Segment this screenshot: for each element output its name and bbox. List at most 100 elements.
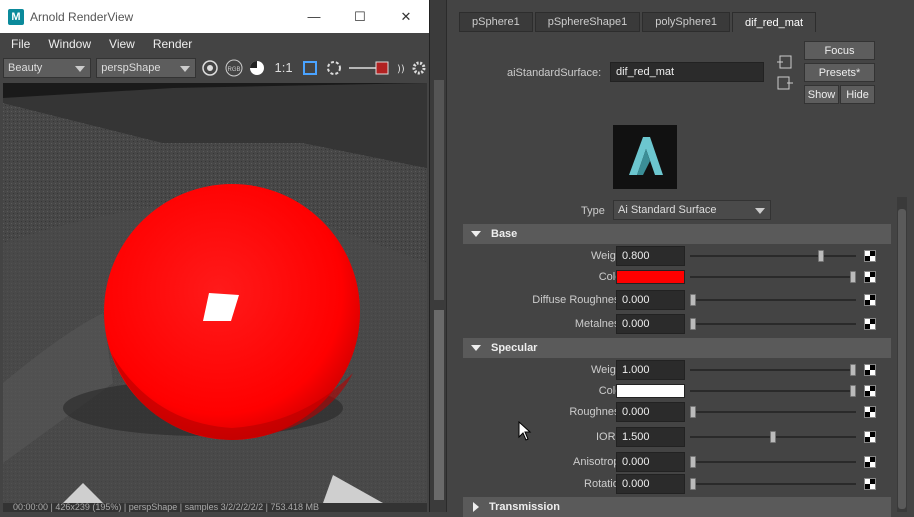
tab-psphereshape1[interactable]: pSphereShape1 <box>534 12 641 32</box>
close-button[interactable]: ✕ <box>383 0 429 33</box>
metalness-slider[interactable] <box>690 318 856 330</box>
specular-weight-field[interactable]: 1.000 <box>616 360 685 380</box>
rotation-field[interactable]: 0.000 <box>616 474 685 494</box>
base-weight-field[interactable]: 0.800 <box>616 246 685 266</box>
section-transmission-title: Transmission <box>489 501 560 513</box>
attr-row-base-weight: Weight 0.800 <box>463 246 891 266</box>
mouse-cursor-icon <box>518 420 532 444</box>
base-color-slider[interactable] <box>690 271 856 283</box>
specular-roughness-slider[interactable] <box>690 406 856 418</box>
menu-view[interactable]: View <box>109 37 135 51</box>
collapse-arrow-icon <box>471 231 481 237</box>
base-weight-slider[interactable] <box>690 250 856 262</box>
node-type-label: aiStandardSurface: <box>507 67 602 79</box>
ior-field[interactable]: 1.500 <box>616 427 685 447</box>
map-button-icon[interactable] <box>864 431 876 443</box>
snapshot-icon[interactable] <box>324 58 344 78</box>
node-name-field[interactable]: dif_red_mat <box>610 62 764 82</box>
svg-text:))): ))) <box>397 64 405 75</box>
attr-label: Diffuse Roughness <box>532 294 625 306</box>
slider-handle[interactable] <box>850 364 856 376</box>
rgb-label: RGB <box>227 67 240 73</box>
menu-file[interactable]: File <box>11 37 30 51</box>
ior-slider[interactable] <box>690 431 856 443</box>
camera-dropdown[interactable]: perspShape <box>96 57 197 78</box>
settings-gear-icon[interactable] <box>409 58 429 78</box>
minimize-button[interactable]: — <box>291 0 337 33</box>
tab-dif-red-mat[interactable]: dif_red_mat <box>732 12 817 32</box>
attribute-editor-panel: pSphere1 pSphereShape1 polySphere1 dif_r… <box>446 0 914 517</box>
rotation-slider[interactable] <box>690 478 856 490</box>
node-tabs: pSphere1 pSphereShape1 polySphere1 dif_r… <box>459 12 818 32</box>
section-transmission-header[interactable]: Transmission <box>463 497 891 517</box>
specular-roughness-field[interactable]: 0.000 <box>616 402 685 422</box>
anisotropy-slider[interactable] <box>690 456 856 468</box>
slider-handle[interactable] <box>690 318 696 330</box>
map-button-icon[interactable] <box>864 456 876 468</box>
attr-row-rotation: Rotation 0.000 <box>463 474 891 494</box>
arnold-logo-icon <box>613 125 677 189</box>
viewport-edge <box>430 0 446 512</box>
specular-color-swatch[interactable] <box>616 384 685 398</box>
arnold-renderview-window: M Arnold RenderView — ☐ ✕ File Window Vi… <box>0 0 430 512</box>
slider-handle[interactable] <box>818 250 824 262</box>
slider-handle[interactable] <box>770 431 776 443</box>
base-color-swatch[interactable] <box>616 270 685 284</box>
slider-handle[interactable] <box>850 271 856 283</box>
map-button-icon[interactable] <box>864 478 876 490</box>
ratio-label[interactable]: 1:1 <box>271 58 296 78</box>
hide-button[interactable]: Hide <box>840 85 875 104</box>
scrollbar-thumb[interactable] <box>898 209 906 509</box>
section-base-header[interactable]: Base <box>463 224 891 244</box>
attribute-editor-scrollbar[interactable] <box>897 197 907 512</box>
titlebar: M Arnold RenderView — ☐ ✕ <box>0 0 429 33</box>
map-button-icon[interactable] <box>864 250 876 262</box>
map-button-icon[interactable] <box>864 406 876 418</box>
map-button-icon[interactable] <box>864 364 876 376</box>
progress-stop-icon[interactable]: ))) <box>347 58 405 78</box>
diffuse-roughness-field[interactable]: 0.000 <box>616 290 685 310</box>
section-specular-title: Specular <box>491 342 538 354</box>
crop-region-icon[interactable] <box>300 58 320 78</box>
section-base-title: Base <box>491 228 518 240</box>
menu-window[interactable]: Window <box>48 37 91 51</box>
aov-value: Beauty <box>8 61 43 74</box>
attr-row-diffuse-roughness: Diffuse Roughness 0.000 <box>463 290 891 310</box>
output-connections-icon[interactable] <box>777 76 793 90</box>
attr-row-specular-weight: Weight 1.000 <box>463 360 891 380</box>
type-value: Ai Standard Surface <box>618 204 717 216</box>
maximize-button[interactable]: ☐ <box>337 0 383 33</box>
input-connections-icon[interactable] <box>777 55 793 69</box>
diffuse-roughness-slider[interactable] <box>690 294 856 306</box>
rgb-channel-icon[interactable]: RGB <box>224 58 244 78</box>
metalness-field[interactable]: 0.000 <box>616 314 685 334</box>
anisotropy-field[interactable]: 0.000 <box>616 452 685 472</box>
collapse-arrow-icon <box>471 345 481 351</box>
menubar: File Window View Render <box>0 33 429 55</box>
render-canvas[interactable] <box>3 83 427 503</box>
show-button[interactable]: Show <box>804 85 839 104</box>
camera-value: perspShape <box>101 61 161 74</box>
slider-handle[interactable] <box>690 406 696 418</box>
specular-weight-slider[interactable] <box>690 364 856 376</box>
slider-handle[interactable] <box>690 478 696 490</box>
tab-psphere1[interactable]: pSphere1 <box>459 12 533 32</box>
map-button-icon[interactable] <box>864 294 876 306</box>
aov-dropdown[interactable]: Beauty <box>3 57 92 78</box>
focus-button[interactable]: Focus <box>804 41 875 60</box>
menu-render[interactable]: Render <box>153 37 192 51</box>
exposure-icon[interactable] <box>247 58 267 78</box>
render-region-icon[interactable] <box>200 58 220 78</box>
slider-handle[interactable] <box>690 456 696 468</box>
map-button-icon[interactable] <box>864 385 876 397</box>
tab-polysphere1[interactable]: polySphere1 <box>642 12 731 32</box>
presets-button[interactable]: Presets* <box>804 63 875 82</box>
map-button-icon[interactable] <box>864 318 876 330</box>
specular-color-slider[interactable] <box>690 385 856 397</box>
map-button-icon[interactable] <box>864 271 876 283</box>
section-specular-header[interactable]: Specular <box>463 338 891 358</box>
slider-handle[interactable] <box>690 294 696 306</box>
type-dropdown[interactable]: Ai Standard Surface <box>613 200 771 220</box>
render-status-bar: 00:00:00 | 426x239 (195%) | perspShape |… <box>3 503 427 512</box>
slider-handle[interactable] <box>850 385 856 397</box>
